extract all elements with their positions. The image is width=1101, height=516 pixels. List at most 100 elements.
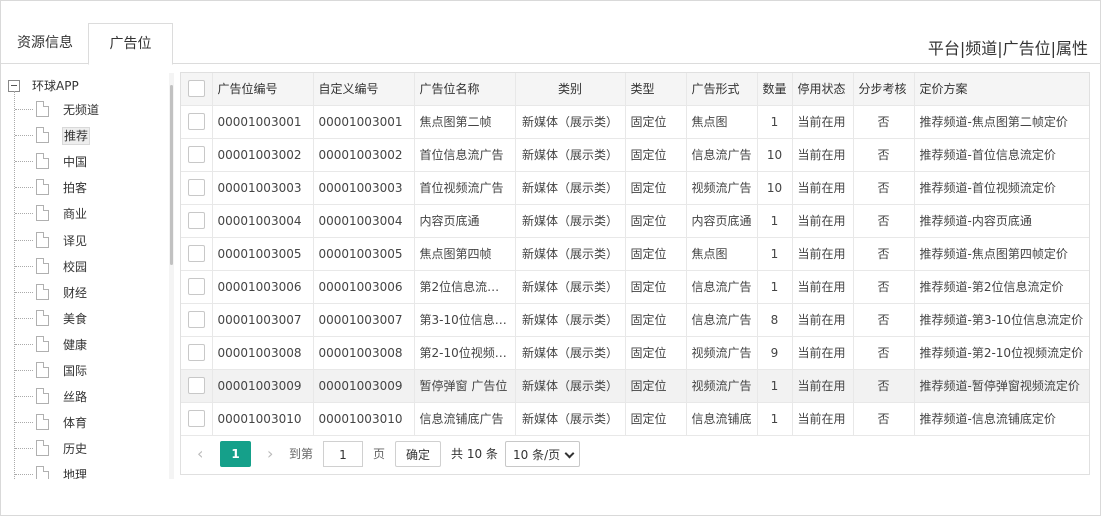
row-checkbox[interactable] <box>187 212 205 229</box>
confirm-button[interactable]: 确定 <box>395 441 441 467</box>
tree-item-label[interactable]: 体育 <box>62 414 88 432</box>
prev-page-icon[interactable]: ‹ <box>197 441 213 467</box>
row-checkbox[interactable] <box>187 179 205 196</box>
tree-item[interactable]: 校园 <box>8 254 168 280</box>
tree-item[interactable]: 美食 <box>8 306 168 332</box>
row-select-cell[interactable] <box>181 402 213 436</box>
tab-ad-slot[interactable]: 广告位 <box>88 23 173 65</box>
tree-item-label[interactable]: 推荐 <box>62 127 91 146</box>
table-row[interactable]: 00001003001 00001003001 焦点图第二帧 新媒体（展示类） 固定位焦… <box>181 105 1089 139</box>
tree-scrollbar-thumb[interactable] <box>170 85 173 265</box>
tree-item-label[interactable]: 丝路 <box>62 388 88 406</box>
cell-slot-name: 第2位信息流广告 <box>414 270 516 304</box>
row-checkbox[interactable] <box>187 410 205 427</box>
tree-item[interactable]: 商业 <box>8 201 168 227</box>
tree-item-label[interactable]: 历史 <box>62 440 88 458</box>
cell-slot-name: 首位视频流广告 <box>414 171 516 205</box>
tree-item-label[interactable]: 无频道 <box>62 101 100 119</box>
row-checkbox[interactable] <box>187 344 205 361</box>
cell-status: 当前在用 <box>792 303 854 337</box>
tab-resource-info[interactable]: 资源信息 <box>3 23 87 64</box>
header-slot-name[interactable]: 广告位名称 <box>414 73 516 106</box>
tree-item-label[interactable]: 商业 <box>62 205 88 223</box>
tree-item[interactable]: 无频道 <box>8 97 168 123</box>
row-select-cell[interactable] <box>181 138 213 172</box>
cell-status: 当前在用 <box>792 402 854 436</box>
tree-item-label[interactable]: 中国 <box>62 153 88 171</box>
cell-step-review: 否 <box>853 138 915 172</box>
row-select-cell[interactable] <box>181 204 213 238</box>
tree-item-label[interactable]: 健康 <box>62 336 88 354</box>
table-row[interactable]: 00001003006 00001003006 第2位信息流广告 新媒体（展示类） 固定… <box>181 270 1089 304</box>
table-header-row: 广告位编号 自定义编号 广告位名称 类别 类型 广告形式 数量 停用状态 分步考… <box>181 73 1089 106</box>
select-all-checkbox[interactable] <box>187 80 205 98</box>
next-page-icon[interactable]: › <box>267 441 283 467</box>
tree-connector <box>15 239 33 241</box>
tree-item[interactable]: 历史 <box>8 436 168 462</box>
file-icon <box>36 205 49 222</box>
tree-item-label[interactable]: 美食 <box>62 310 88 328</box>
table-row[interactable]: 0000100300700001003007第3-10位信息流广告新媒体（展示类… <box>181 303 1089 337</box>
row-checkbox[interactable] <box>187 377 205 394</box>
tree-item[interactable]: 财经 <box>8 280 168 306</box>
cell-type: 固定位 <box>625 204 687 238</box>
cell-pricing: 推荐频道-焦点图第二帧定价 <box>914 105 1089 139</box>
tree-item[interactable]: 丝路 <box>8 384 168 410</box>
header-slot-id[interactable]: 广告位编号 <box>212 73 314 106</box>
cell-pricing: 推荐频道-焦点图第四帧定价 <box>914 237 1089 271</box>
tree-item-label[interactable]: 译见 <box>62 232 88 250</box>
row-checkbox[interactable] <box>187 113 205 130</box>
tree-item-label[interactable]: 校园 <box>62 258 88 276</box>
row-select-cell[interactable] <box>181 237 213 271</box>
cell-type: 固定位 <box>625 237 687 271</box>
table-row[interactable]: 0000100300800001003008第2-10位视频流广告新媒体（展示类… <box>181 336 1089 370</box>
tree-item[interactable]: 国际 <box>8 358 168 384</box>
row-select-cell[interactable] <box>181 303 213 337</box>
row-checkbox[interactable] <box>187 311 205 328</box>
tree-item[interactable]: 拍客 <box>8 175 168 201</box>
row-select-cell[interactable] <box>181 336 213 370</box>
select-all-cell[interactable] <box>181 73 213 106</box>
page-label: 页 <box>373 447 386 461</box>
cell-quantity: 1 <box>757 105 793 139</box>
header-category[interactable]: 类别 <box>515 73 626 106</box>
row-checkbox[interactable] <box>187 245 205 262</box>
tree-item-label[interactable]: 国际 <box>62 362 88 380</box>
current-page-button[interactable]: 1 <box>220 441 251 467</box>
tree-item[interactable]: 中国 <box>8 149 168 175</box>
tree-item[interactable]: 推荐 <box>8 123 168 149</box>
row-select-cell[interactable] <box>181 270 213 304</box>
tree-item-label[interactable]: 地理 <box>62 466 88 479</box>
table-row[interactable]: 00001003010 00001003010 信息流铺底广告 新媒体（展示类） 固定位… <box>181 402 1089 436</box>
table-row[interactable]: 00001003009 00001003009 暂停弹窗 广告位 新媒体（展示类） 固定… <box>181 369 1089 403</box>
row-checkbox[interactable] <box>187 146 205 163</box>
goto-page-input[interactable]: 1 <box>323 441 363 467</box>
table-row[interactable]: 00001003002 00001003002 首位信息流广告 新媒体（展示类） 固定位… <box>181 138 1089 172</box>
cell-type: 固定位 <box>625 270 687 304</box>
header-step-review[interactable]: 分步考核 <box>853 73 915 106</box>
cell-custom-id: 00001003005 <box>313 237 415 271</box>
table-row[interactable]: 00001003005 00001003005 焦点图第四帧 新媒体（展示类） 固定位焦… <box>181 237 1089 271</box>
tree-item[interactable]: 健康 <box>8 332 168 358</box>
row-checkbox[interactable] <box>187 278 205 295</box>
tree-item[interactable]: 地理 <box>8 462 168 479</box>
row-select-cell[interactable] <box>181 369 213 403</box>
row-select-cell[interactable] <box>181 105 213 139</box>
row-select-cell[interactable] <box>181 171 213 205</box>
cell-slot-id: 00001003004 <box>212 204 314 238</box>
header-quantity[interactable]: 数量 <box>757 73 793 106</box>
header-pricing[interactable]: 定价方案 <box>914 73 1089 106</box>
header-custom-id[interactable]: 自定义编号 <box>313 73 415 106</box>
tree-item-label[interactable]: 拍客 <box>62 179 88 197</box>
cell-quantity: 1 <box>757 237 793 271</box>
table-row[interactable]: 00001003003 00001003003 首位视频流广告 新媒体（展示类） 固定位… <box>181 171 1089 205</box>
page-size-select[interactable]: 10 条/页 <box>505 441 580 467</box>
tree-root-label[interactable]: 环球APP <box>32 77 79 95</box>
header-status[interactable]: 停用状态 <box>792 73 854 106</box>
table-row[interactable]: 00001003004 00001003004 内容页底通 新媒体（展示类） 固定位 内容… <box>181 204 1089 238</box>
header-type[interactable]: 类型 <box>625 73 687 106</box>
tree-item[interactable]: 体育 <box>8 410 168 436</box>
tree-item[interactable]: 译见 <box>8 228 168 254</box>
header-ad-form[interactable]: 广告形式 <box>686 73 758 106</box>
tree-item-label[interactable]: 财经 <box>62 284 88 302</box>
